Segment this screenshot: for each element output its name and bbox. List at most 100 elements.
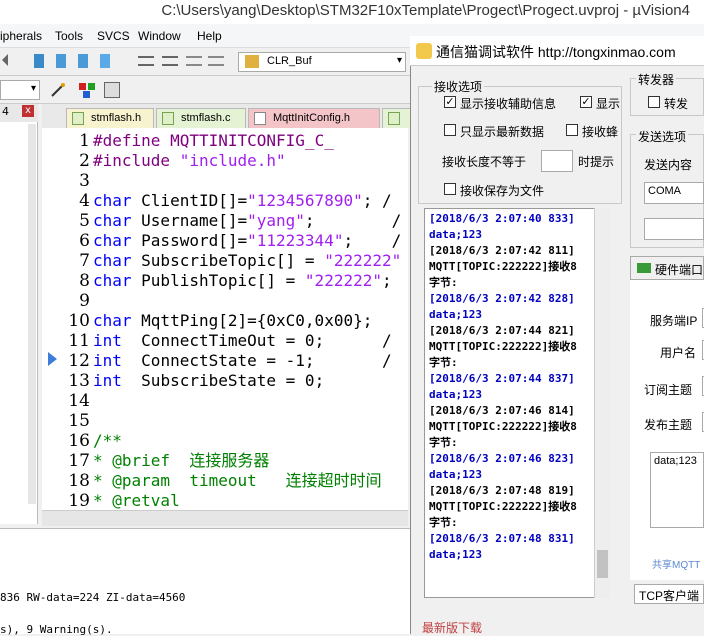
code-line: * @param timeout 连接超时时间: [93, 471, 382, 490]
tab-label: MqttInitConfig.h: [273, 112, 351, 124]
nav-forward-icon[interactable]: [2, 54, 8, 66]
bookmark-next-icon[interactable]: [78, 54, 88, 68]
recv-log[interactable]: [2018/6/3 2:07:40 833] data;123 [2018/6/3 …: [424, 208, 610, 598]
menu-window[interactable]: Window: [138, 29, 181, 43]
code-line: #define MQTTINITCONFIG_C_: [93, 131, 334, 150]
find-combo-value: CLR_Buf: [267, 55, 312, 67]
line-number: 7: [79, 251, 90, 271]
code-line: char PublishTopic[] = "222222";: [93, 271, 392, 290]
tab-mqttinitconfig-h[interactable]: MqttInitConfig.h: [248, 108, 380, 128]
code-line: char ClientID[]="1234567890"; /: [93, 191, 392, 210]
find-combo[interactable]: CLR_Buf ▾: [238, 52, 406, 72]
log-line: MQTT[TOPIC:222222]接收8: [429, 500, 577, 513]
project-scrollbar[interactable]: [28, 124, 36, 504]
line-number: 5: [79, 211, 90, 231]
log-line: [2018/6/3 2:07:44 837]: [429, 372, 575, 385]
line-number: 3: [79, 171, 90, 191]
recv-bee-checkbox[interactable]: [566, 124, 578, 136]
line-number: 18: [68, 471, 90, 491]
file-icon: [162, 112, 174, 125]
code-line: char SubscribeTopic[] = "222222": [93, 251, 402, 270]
unindent-icon[interactable]: [162, 56, 178, 66]
forward-label: 转发: [664, 97, 689, 111]
line-number: 19: [68, 491, 90, 511]
line-number: 13: [68, 371, 90, 391]
log-line: data;123: [429, 548, 482, 561]
save-to-file-checkbox[interactable]: [444, 183, 456, 195]
tab-hardware-port[interactable]: 硬件端口: [630, 256, 704, 280]
menu-tools[interactable]: Tools: [55, 29, 83, 43]
log-line: [2018/6/3 2:07:46 814]: [429, 404, 575, 417]
tab-tcp-client-label: TCP客户端: [639, 589, 700, 603]
line-number: 15: [68, 411, 90, 431]
pub-topic-label: 发布主题: [644, 418, 693, 432]
log-line: [2018/6/3 2:07:44 821]: [429, 324, 575, 337]
show2-label: 显示: [596, 97, 621, 111]
chevron-down-icon[interactable]: ▾: [397, 55, 402, 66]
log-line: 字节:: [429, 356, 458, 369]
tab-tcp-client[interactable]: TCP客户端: [634, 584, 704, 604]
forward-checkbox[interactable]: [648, 96, 660, 108]
line-number: 2: [79, 151, 90, 171]
close-icon[interactable]: x: [22, 105, 34, 117]
username-label: 用户名: [660, 346, 697, 360]
code-line: * @brief 连接服务器: [93, 451, 270, 470]
line-number: 9: [79, 291, 90, 311]
batch-build-icon[interactable]: [104, 82, 120, 98]
send-options-label: 发送选项: [636, 128, 689, 145]
tab-label: stmflash.h: [91, 112, 142, 124]
magic-wand-icon[interactable]: [50, 82, 66, 98]
file-icon: [254, 112, 266, 125]
keil-title-bar: C:\Users\yang\Desktop\STM32F10xTemplate\…: [0, 0, 704, 24]
bookmark-prev-icon[interactable]: [56, 54, 66, 68]
line-number: 12: [68, 351, 90, 371]
code-line: char Password[]="11223344"; /: [93, 231, 402, 250]
comment-icon[interactable]: [186, 56, 202, 66]
send-extra-input[interactable]: [644, 218, 704, 240]
code-line: * @retval: [93, 491, 180, 510]
log-line: [2018/6/3 2:07:42 811]: [429, 244, 575, 257]
uncomment-icon[interactable]: [208, 56, 224, 66]
line-number: 16: [68, 431, 90, 451]
code-line: char MqttPing[2]={0xC0,0x00};: [93, 311, 373, 330]
send-content-select[interactable]: COMA: [644, 182, 704, 204]
tab-stmflash-c[interactable]: stmflash.c: [156, 108, 246, 128]
code-line: int ConnectTimeOut = 0; /: [93, 331, 392, 350]
send-textarea[interactable]: data;123: [650, 452, 704, 528]
project-panel-header: 4 x: [0, 104, 38, 122]
serial-tool-title-bar: 通信猫调试软件 http://tongxinmao.com: [410, 36, 704, 66]
share-mqtt-link[interactable]: 共享MQTT: [652, 556, 700, 571]
bookmark-icon[interactable]: [34, 54, 44, 68]
editor-hscrollbar[interactable]: [42, 510, 408, 526]
recv-log-scrollbar[interactable]: [594, 208, 610, 598]
only-latest-checkbox[interactable]: [444, 124, 456, 136]
log-line: data;123: [429, 388, 482, 401]
show2-checkbox[interactable]: ✓: [580, 96, 592, 108]
log-line: 字节:: [429, 276, 458, 289]
tab-stmflash-h[interactable]: stmflash.h: [66, 108, 154, 128]
recv-options-label: 接收选项: [432, 78, 485, 95]
line-number: 1: [79, 131, 90, 151]
log-line: MQTT[TOPIC:222222]接收8: [429, 340, 577, 353]
send-content-label: 发送内容: [644, 158, 693, 172]
menu-help[interactable]: Help: [197, 29, 222, 43]
line-number: 6: [79, 231, 90, 251]
target-select[interactable]: ▾: [0, 80, 40, 100]
file-icon: [388, 112, 400, 125]
pin-icon[interactable]: 4: [2, 105, 9, 118]
download-link[interactable]: 最新版下载: [422, 619, 482, 636]
keil-window-title: C:\Users\yang\Desktop\STM32F10xTemplate\…: [161, 2, 690, 19]
file-icon: [72, 112, 84, 125]
bookmark-clear-icon[interactable]: [100, 54, 110, 68]
log-line: MQTT[TOPIC:222222]接收8: [429, 260, 577, 273]
indent-icon[interactable]: [138, 56, 154, 66]
log-line: 字节:: [429, 516, 458, 529]
show-recv-info-checkbox[interactable]: ✓: [444, 96, 456, 108]
folder-icon: [245, 55, 259, 68]
recv-len-input[interactable]: [541, 150, 573, 172]
menu-peripherals[interactable]: ipherals: [0, 29, 42, 43]
log-line: MQTT[TOPIC:222222]接收8: [429, 420, 577, 433]
scroll-thumb[interactable]: [597, 550, 608, 578]
manage-components-icon[interactable]: [78, 82, 95, 98]
menu-svcs[interactable]: SVCS: [97, 29, 130, 43]
